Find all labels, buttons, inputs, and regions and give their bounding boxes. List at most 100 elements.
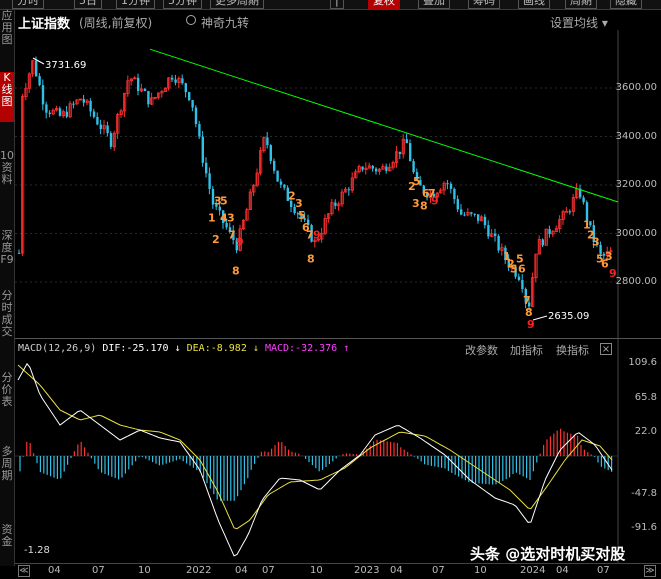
time-axis-label: 07	[262, 565, 275, 576]
candle-body	[38, 76, 41, 86]
nine-turn-count: 9	[313, 228, 321, 241]
candle-body	[398, 151, 402, 154]
candle-body	[541, 239, 544, 246]
time-axis-label: 04	[556, 565, 569, 576]
time-axis-label: 07	[92, 565, 105, 576]
candle-body	[453, 188, 456, 200]
nine-turn-count: 2	[212, 233, 220, 246]
nine-turn-count: 3	[605, 250, 613, 263]
candle-body	[548, 229, 551, 235]
macd-axis-label: -47.8	[631, 488, 657, 499]
nine-turn-count: 3	[295, 197, 303, 210]
candle-body	[470, 212, 473, 214]
nine-turn-count: 5	[220, 194, 228, 207]
candle-body	[201, 136, 204, 163]
macd-dea-value: DEA:-8.982	[186, 343, 247, 354]
candle-body	[18, 252, 21, 254]
candle-body	[276, 170, 279, 182]
macd-macd-arrow: ↑	[343, 343, 350, 354]
candle-body	[181, 78, 184, 84]
candle-body	[334, 202, 337, 206]
candle-body	[405, 139, 408, 144]
low-price-label: 2635.09	[548, 311, 589, 322]
time-axis-label: 04	[48, 565, 61, 576]
nine-turn-count: 7	[523, 294, 531, 307]
price-axis-label: 3600.00	[615, 82, 657, 93]
candle-body	[41, 85, 45, 105]
dea-line	[17, 364, 613, 530]
close-panel-button[interactable]: ×	[600, 343, 612, 355]
macd-macd-value: MACD:-32.376	[264, 343, 338, 354]
scroll-right-button[interactable]: ≫	[644, 565, 656, 577]
candle-body	[106, 125, 109, 134]
candle-body	[92, 111, 96, 117]
macd-axis-label: 22.0	[634, 426, 657, 437]
candle-body	[171, 77, 174, 80]
nine-turn-count: 3	[592, 236, 600, 249]
candle-body	[269, 145, 272, 161]
kline-chart[interactable]: 3731.692635.091354 32 79823567 98253678 9123…	[0, 0, 661, 579]
candle-body	[208, 173, 211, 189]
candle-body	[266, 137, 269, 146]
time-axis-label: 04	[235, 565, 248, 576]
nine-turn-count: 3	[412, 197, 420, 210]
time-axis-label: 07	[432, 565, 445, 576]
nine-turn-count: 1	[208, 211, 216, 224]
macd-dif-arrow: ↓	[174, 343, 181, 354]
candle-body	[48, 112, 51, 114]
candle-body	[109, 133, 113, 147]
candle-body	[58, 108, 62, 116]
candle-body	[375, 168, 378, 172]
nine-turn-count: 5	[298, 209, 306, 222]
nine-turn-count: 8	[420, 199, 428, 212]
macd-dif-value: DIF:-25.170	[102, 343, 169, 354]
candle-body	[449, 183, 453, 189]
candle-body	[188, 92, 191, 101]
macd-axis-label: 109.6	[628, 357, 657, 368]
macd-dea-arrow: ↓	[252, 343, 259, 354]
candle-body	[456, 199, 459, 210]
nine-turn-count: 9	[431, 194, 439, 207]
nine-turn-count: 6	[518, 262, 526, 275]
macd-left-value: -1.28	[24, 545, 50, 556]
candle-body	[143, 88, 147, 92]
high-price-label: 3731.69	[45, 60, 86, 71]
candle-body	[72, 103, 75, 105]
candle-body	[82, 99, 85, 103]
nine-turn-count: 8	[525, 306, 533, 319]
candle-body	[99, 124, 102, 130]
candle-body	[45, 104, 48, 113]
candle-body	[347, 189, 351, 191]
candle-body	[35, 60, 38, 77]
candle-body	[565, 210, 569, 213]
candle-body	[409, 143, 412, 162]
time-axis-label: 2024	[520, 565, 546, 576]
scroll-left-button[interactable]: ≪	[18, 565, 30, 577]
candle-body	[273, 160, 276, 171]
candle-body	[191, 100, 194, 108]
candle-body	[198, 124, 201, 137]
candle-body	[412, 161, 415, 173]
watermark: 头条 @选对时机买对股	[470, 545, 626, 563]
nine-turn-count: 9	[527, 318, 535, 331]
low-arrow	[532, 315, 548, 321]
candle-body	[96, 116, 99, 125]
price-axis-label: 3200.00	[615, 179, 657, 190]
change-params-button[interactable]: 改参数	[465, 342, 498, 358]
nine-turn-count: 3	[227, 211, 235, 224]
nine-turn-count: 8	[307, 253, 315, 266]
candle-body	[487, 225, 490, 237]
nine-turn-count: 8	[232, 265, 240, 278]
macd-name: MACD(12,26,9)	[18, 343, 97, 354]
candle-body	[147, 91, 150, 105]
nine-turn-count: 9	[236, 236, 244, 249]
time-axis-label: 2023	[354, 565, 380, 576]
candle-body	[194, 107, 198, 125]
time-axis-label: 2022	[186, 565, 212, 576]
candle-body	[582, 197, 585, 203]
candle-body	[494, 233, 497, 236]
candle-body	[517, 276, 521, 280]
add-indicator-button[interactable]: 加指标	[510, 342, 543, 358]
switch-indicator-button[interactable]: 换指标	[556, 342, 589, 358]
high-arrow	[32, 57, 45, 65]
